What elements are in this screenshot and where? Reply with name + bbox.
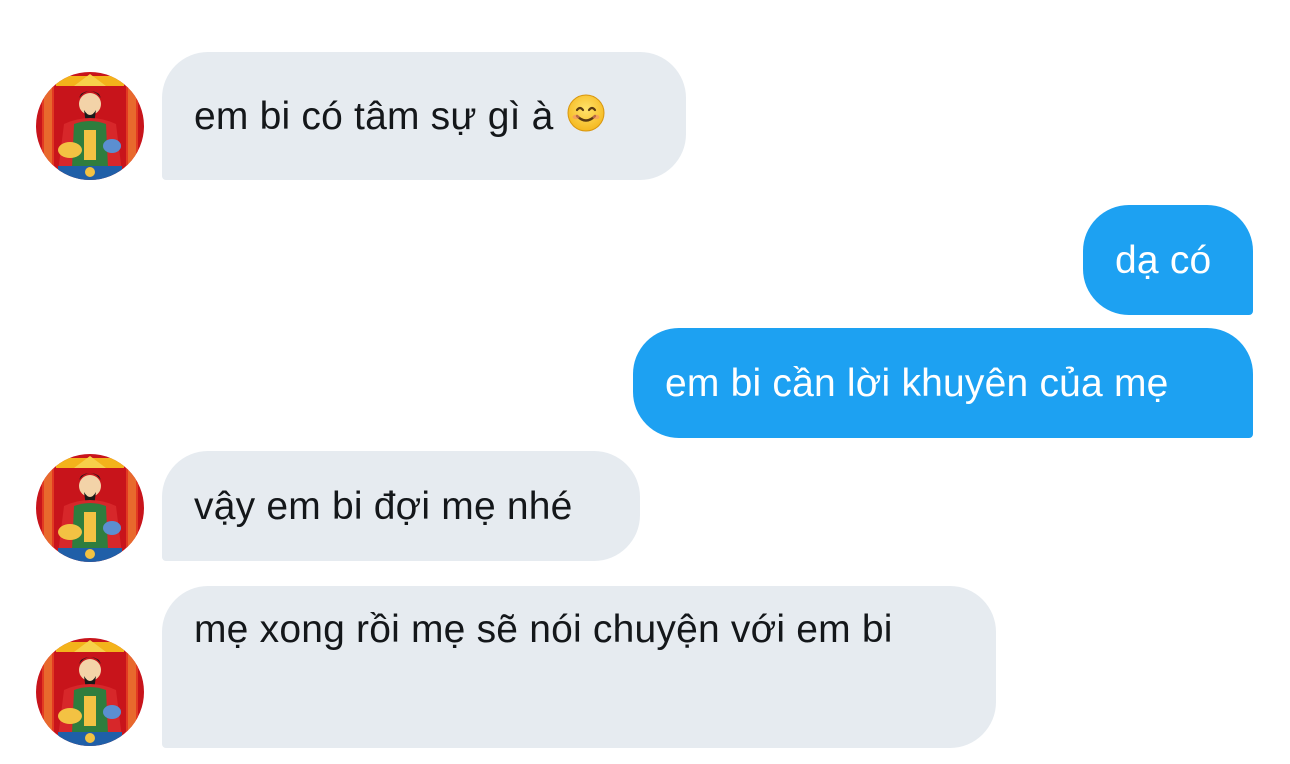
message-text: em bi cần lời khuyên của mẹ [665,361,1169,405]
message-bubble-incoming[interactable]: em bi có tâm sự gì à [162,52,686,180]
message-text: mẹ xong rồi mẹ sẽ nói chuyện với em bi [194,608,893,651]
message-text: dạ có [1115,238,1212,282]
message-bubble-outgoing[interactable]: em bi cần lời khuyên của mẹ [633,328,1253,438]
message-text: em bi có tâm sự gì à [194,94,554,138]
message-text: vậy em bi đợi mẹ nhé [194,484,573,528]
sender-avatar-icon[interactable] [36,72,144,180]
sender-avatar-icon[interactable] [36,454,144,562]
message-bubble-outgoing[interactable]: dạ có [1083,205,1253,315]
message-bubble-incoming[interactable]: vậy em bi đợi mẹ nhé [162,451,640,561]
conversation-thread: em bi có tâm sự gì à dạ có em bi cần lời… [0,0,1290,764]
sender-avatar-icon[interactable] [36,638,144,746]
smiling-face-icon [566,93,606,133]
message-bubble-incoming[interactable]: mẹ xong rồi mẹ sẽ nói chuyện với em bi [162,586,996,748]
